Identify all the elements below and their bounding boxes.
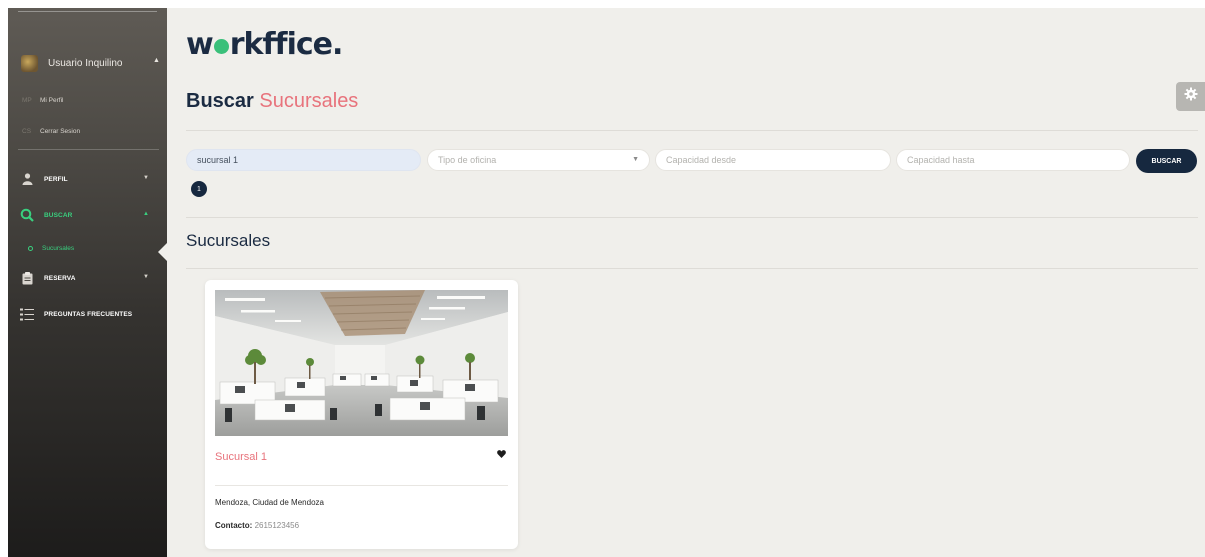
logo-text-w: w xyxy=(186,27,214,62)
logo-text-rest: rkffice. xyxy=(229,27,344,62)
list-icon xyxy=(20,307,34,321)
page-title: Buscar Sucursales xyxy=(186,90,358,113)
branch-name-input[interactable] xyxy=(186,149,421,171)
office-type-select[interactable]: Tipo de oficina ▼ xyxy=(427,149,650,171)
sidebar-top-divider xyxy=(18,11,157,12)
sidebar-item-label: BUSCAR xyxy=(44,211,73,219)
sidebar-item-perfil[interactable]: PERFIL ▼ xyxy=(20,170,160,188)
card-divider xyxy=(215,485,508,486)
pagination-page-1[interactable]: 1 xyxy=(191,181,207,197)
page-title-main: Buscar xyxy=(186,90,254,112)
user-menu-abbr: MP xyxy=(22,96,32,104)
user-menu-label: Cerrar Sesion xyxy=(40,127,81,135)
sidebar-item-preguntas-frecuentes[interactable]: PREGUNTAS FRECUENTES xyxy=(20,305,160,323)
user-menu-item-profile[interactable]: MP Mi Perfil xyxy=(22,93,63,107)
header-divider xyxy=(186,130,1198,131)
user-menu-abbr: CS xyxy=(22,127,32,135)
sidebar-item-label: PREGUNTAS FRECUENTES xyxy=(44,310,133,318)
capacity-to-input[interactable] xyxy=(896,149,1130,171)
user-menu-item-logout[interactable]: CS Cerrar Sesion xyxy=(22,124,80,138)
logo-dot-icon xyxy=(213,39,229,54)
sidebar-item-buscar[interactable]: BUSCAR ▲ xyxy=(20,206,160,224)
gear-icon xyxy=(1184,87,1198,106)
office-photo xyxy=(215,290,508,436)
user-menu-label: Mi Perfil xyxy=(40,96,64,104)
user-name: Usuario Inquilino xyxy=(48,57,123,69)
branch-contact: Contacto: 2615123456 xyxy=(215,521,299,530)
main-content: w rkffice. Buscar Sucursales sucursal 1 … xyxy=(167,8,1205,557)
branch-name[interactable]: Sucursal 1 xyxy=(215,451,267,463)
clipboard-icon xyxy=(20,271,34,285)
section-divider xyxy=(186,268,1198,269)
chevron-down-icon: ▼ xyxy=(632,156,639,163)
page-title-accent: Sucursales xyxy=(259,90,359,112)
capacity-from-input[interactable] xyxy=(655,149,891,171)
sidebar-item-label: PERFIL xyxy=(44,175,68,183)
caret-up-icon: ▲ xyxy=(153,57,160,64)
chevron-down-icon: ▼ xyxy=(143,175,149,181)
search-icon xyxy=(20,208,34,222)
results-section-title: Sucursales xyxy=(186,231,271,250)
branch-card[interactable]: Sucursal 1 Mendoza, Ciudad de Mendoza Co… xyxy=(205,280,518,549)
heart-icon[interactable] xyxy=(497,445,506,463)
settings-button[interactable] xyxy=(1176,82,1205,111)
sidebar-item-label: RESERVA xyxy=(44,274,76,282)
caret-up-icon: ▲ xyxy=(143,211,149,217)
search-button[interactable]: BUSCAR xyxy=(1136,149,1197,173)
sidebar-divider xyxy=(18,149,159,150)
filters-divider xyxy=(186,217,1198,218)
branch-location: Mendoza, Ciudad de Mendoza xyxy=(215,498,324,507)
user-menu-toggle[interactable]: Usuario Inquilino ▲ xyxy=(21,52,161,74)
chevron-down-icon: ▼ xyxy=(143,274,149,280)
sidebar: Usuario Inquilino ▲ MP Mi Perfil CS Cerr… xyxy=(8,8,168,557)
person-icon xyxy=(20,172,34,186)
sidebar-subitem-label: Sucursales xyxy=(42,244,75,252)
user-avatar xyxy=(21,54,38,72)
workffice-logo[interactable]: w rkffice. xyxy=(186,27,344,63)
sidebar-subitem-sucursales[interactable]: Sucursales xyxy=(28,242,74,254)
bullet-icon xyxy=(28,245,33,251)
contact-label: Contacto: xyxy=(215,521,253,530)
office-type-placeholder: Tipo de oficina xyxy=(438,155,497,165)
sidebar-item-reserva[interactable]: RESERVA ▼ xyxy=(20,269,160,287)
contact-value: 2615123456 xyxy=(254,521,300,530)
